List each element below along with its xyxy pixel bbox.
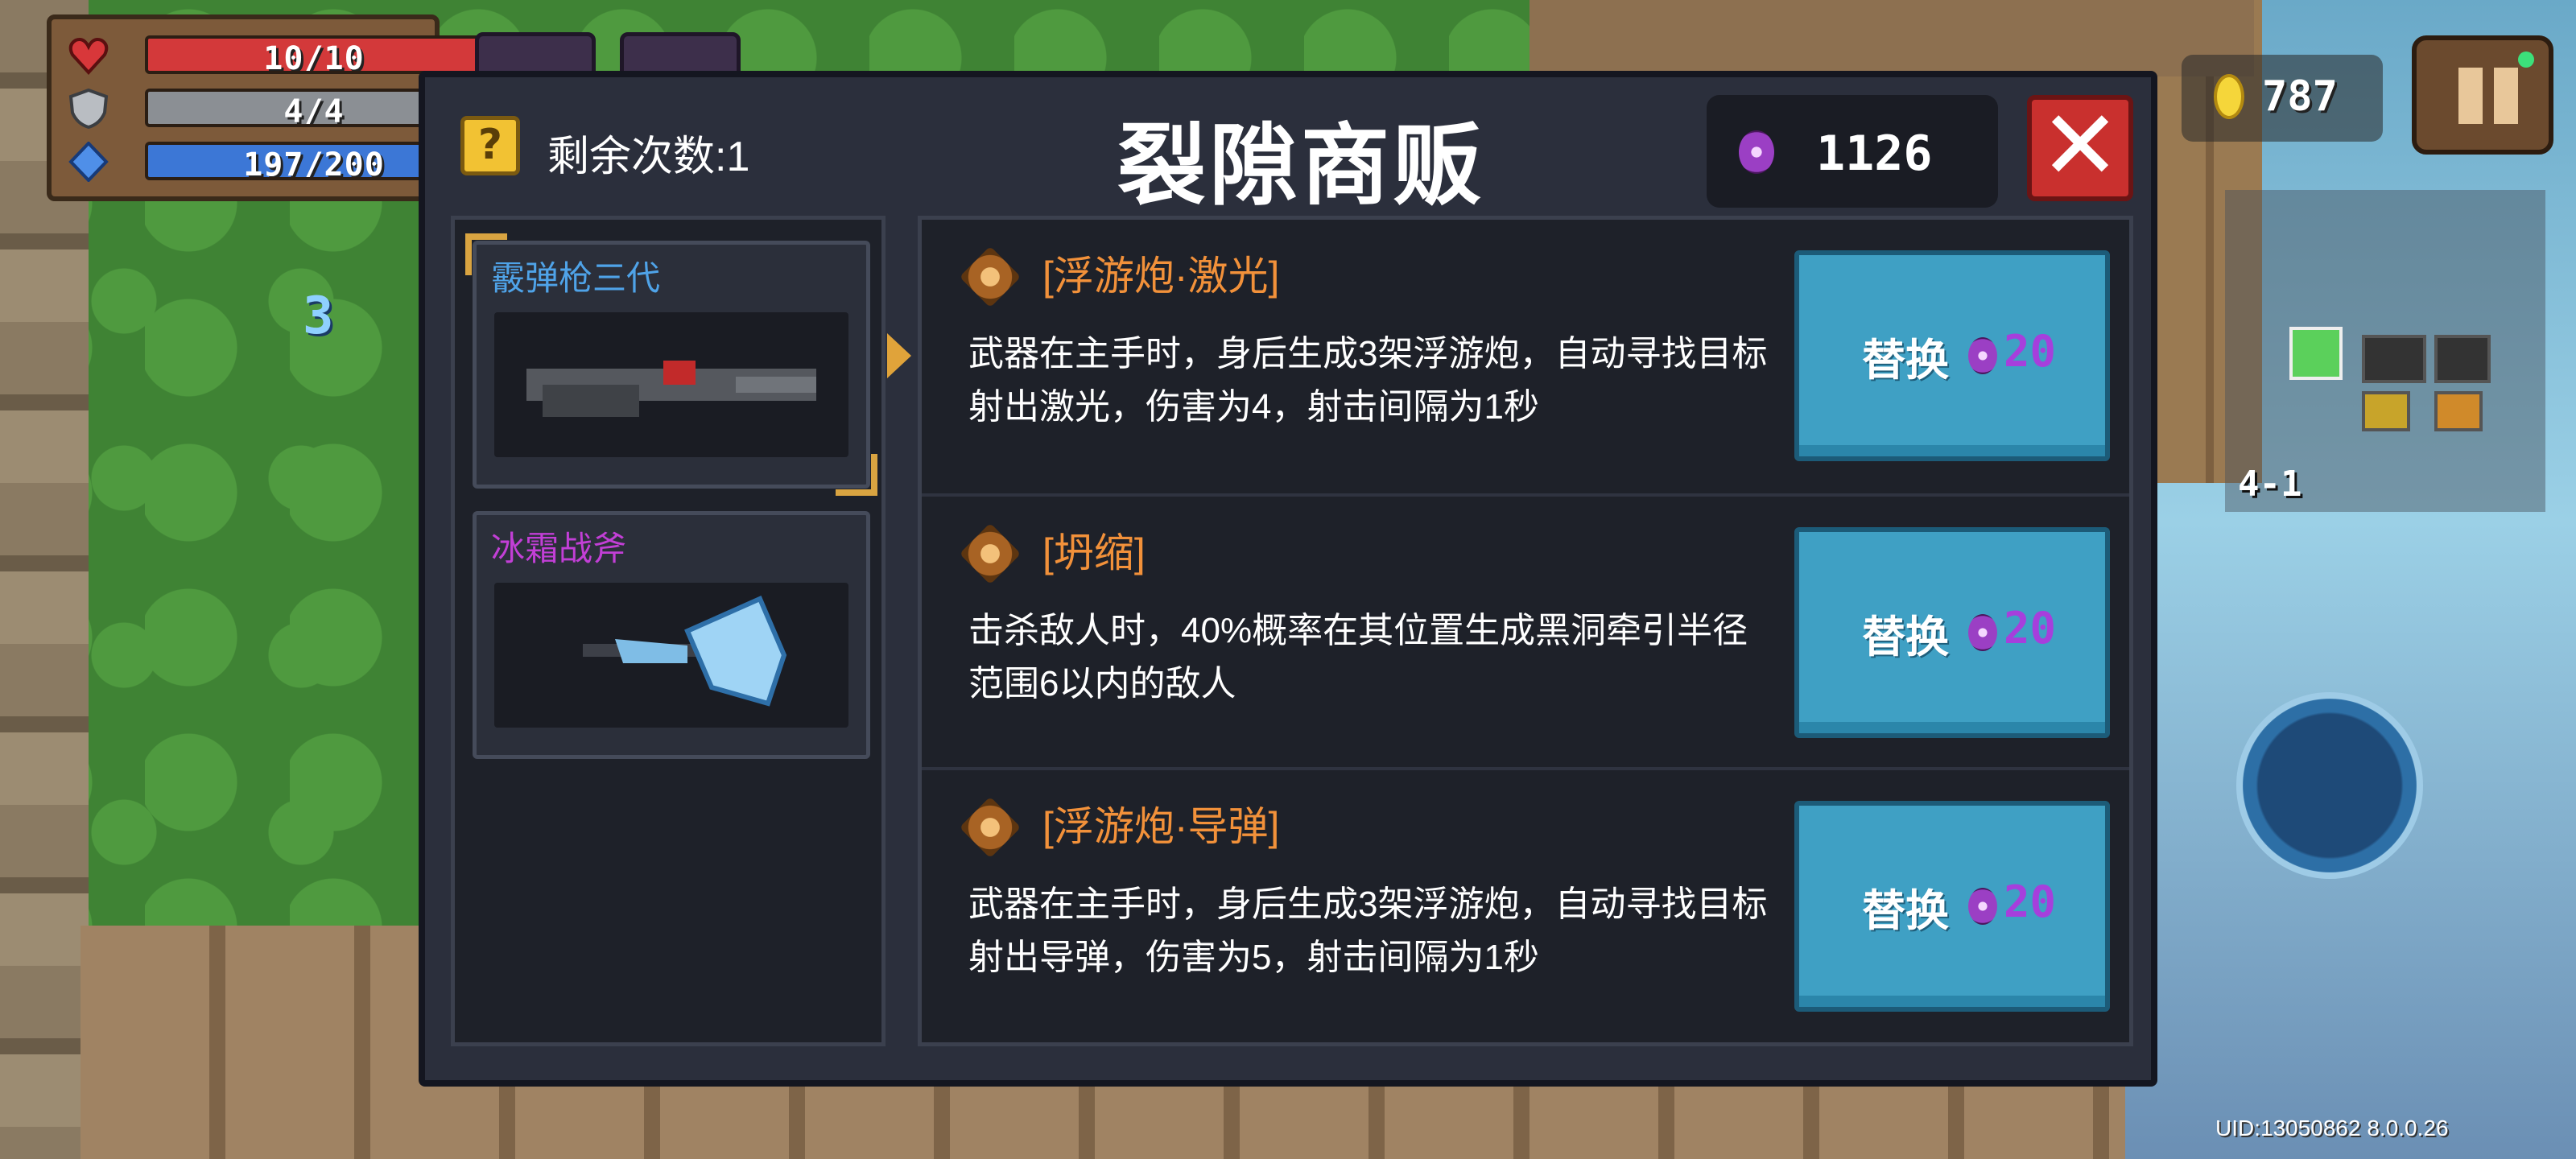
trait-option: [浮游炮·导弹] 武器在主手时，身后生成3架浮游炮，自动寻找目标射出导弹，伤害为…	[922, 767, 2129, 1042]
minimap-current-room	[2289, 327, 2343, 380]
amber-crystal-icon	[959, 245, 1022, 308]
coin-counter: 787	[2182, 55, 2383, 142]
combo-counter: 3	[303, 287, 334, 346]
notification-dot	[2518, 52, 2534, 68]
minimap-room	[2362, 335, 2426, 383]
question-icon[interactable]: ?	[460, 116, 520, 175]
shield-icon	[68, 89, 109, 129]
pause-icon-bar	[2494, 68, 2518, 124]
replace-cost: 20	[2004, 603, 2057, 654]
selection-pointer	[887, 333, 911, 378]
trait-name: [浮游炮·激光]	[1042, 254, 1280, 299]
remaining-count: 剩余次数:1	[547, 134, 750, 180]
diamond-icon	[68, 142, 109, 182]
weapon-card-shotgun[interactable]: 霰弹枪三代	[465, 233, 877, 496]
hp-text: 10/10	[263, 40, 365, 74]
armor-row: 4/4	[68, 87, 483, 130]
gem-value: 1126	[1816, 126, 1933, 182]
purple-gem-icon	[1968, 337, 1997, 374]
trait-option: [浮游炮·激光] 武器在主手时，身后生成3架浮游炮，自动寻找目标射出激光，伤害为…	[922, 220, 2129, 492]
close-button[interactable]: ✕	[2027, 95, 2133, 201]
frost-axe-icon	[494, 583, 848, 728]
amber-crystal-icon	[959, 522, 1022, 585]
pause-button[interactable]	[2412, 35, 2553, 155]
gem-counter: 1126	[1707, 95, 1998, 208]
replace-label: 替换	[1862, 887, 1949, 935]
energy-row: 197/200	[68, 140, 483, 184]
trait-option: [坍缩] 击杀敌人时，40%概率在其位置生成黑洞牵引半径范围6以内的敌人 替换 …	[922, 493, 2129, 769]
level-label: 4-1	[2238, 464, 2302, 505]
minimap[interactable]: 4-1	[2225, 190, 2545, 512]
hp-row: 10/10	[68, 34, 483, 77]
replace-button[interactable]: 替换 20	[1794, 250, 2110, 461]
coin-icon	[2214, 74, 2244, 119]
weapon-name: 霰弹枪三代	[491, 259, 661, 297]
skill-button[interactable]	[2236, 692, 2423, 879]
trait-options: [浮游炮·激光] 武器在主手时，身后生成3架浮游炮，自动寻找目标射出激光，伤害为…	[918, 216, 2133, 1046]
player-stats-panel: 10/10 4/4 197/200	[47, 14, 483, 201]
purple-gem-icon	[1968, 888, 1997, 925]
rift-merchant-dialog: ? 剩余次数:1 裂隙商贩 1126 ✕ 霰弹枪三代 冰霜战斧 [浮游炮·激光]…	[419, 71, 2157, 1087]
pause-icon	[2458, 68, 2483, 124]
minimap-room	[2434, 391, 2483, 431]
coin-value: 787	[2262, 72, 2338, 121]
hp-bar: 10/10	[145, 35, 483, 74]
shotgun-icon	[494, 312, 848, 457]
purple-gem-icon	[1739, 130, 1774, 174]
weapon-name: 冰霜战斧	[491, 530, 627, 567]
heart-icon	[68, 38, 109, 75]
trait-name: [坍缩]	[1042, 530, 1146, 575]
trait-description: 击杀敌人时，40%概率在其位置生成黑洞牵引半径范围6以内的敌人	[968, 611, 1748, 703]
trait-description: 武器在主手时，身后生成3架浮游炮，自动寻找目标射出激光，伤害为4，射击间隔为1秒	[968, 334, 1768, 427]
replace-cost: 20	[2004, 876, 2057, 927]
weapon-card-frost-axe[interactable]: 冰霜战斧	[473, 511, 870, 759]
dialog-title: 裂隙商贩	[1117, 114, 1484, 217]
replace-label: 替换	[1862, 613, 1949, 662]
minimap-room	[2362, 391, 2410, 431]
purple-gem-icon	[1968, 614, 1997, 651]
uid-label: UID:13050862 8.0.0.26	[2215, 1116, 2449, 1140]
replace-label: 替换	[1862, 336, 1949, 385]
trait-name: [浮游炮·导弹]	[1042, 804, 1280, 849]
minimap-room	[2434, 335, 2491, 383]
trait-description: 武器在主手时，身后生成3架浮游炮，自动寻找目标射出导弹，伤害为5，射击间隔为1秒	[968, 885, 1768, 977]
amber-crystal-icon	[959, 796, 1022, 859]
weapon-list: 霰弹枪三代 冰霜战斧	[451, 216, 886, 1046]
wooden-roof	[1530, 0, 2254, 76]
replace-cost: 20	[2004, 326, 2057, 377]
replace-button[interactable]: 替换 20	[1794, 527, 2110, 738]
replace-button[interactable]: 替换 20	[1794, 801, 2110, 1012]
